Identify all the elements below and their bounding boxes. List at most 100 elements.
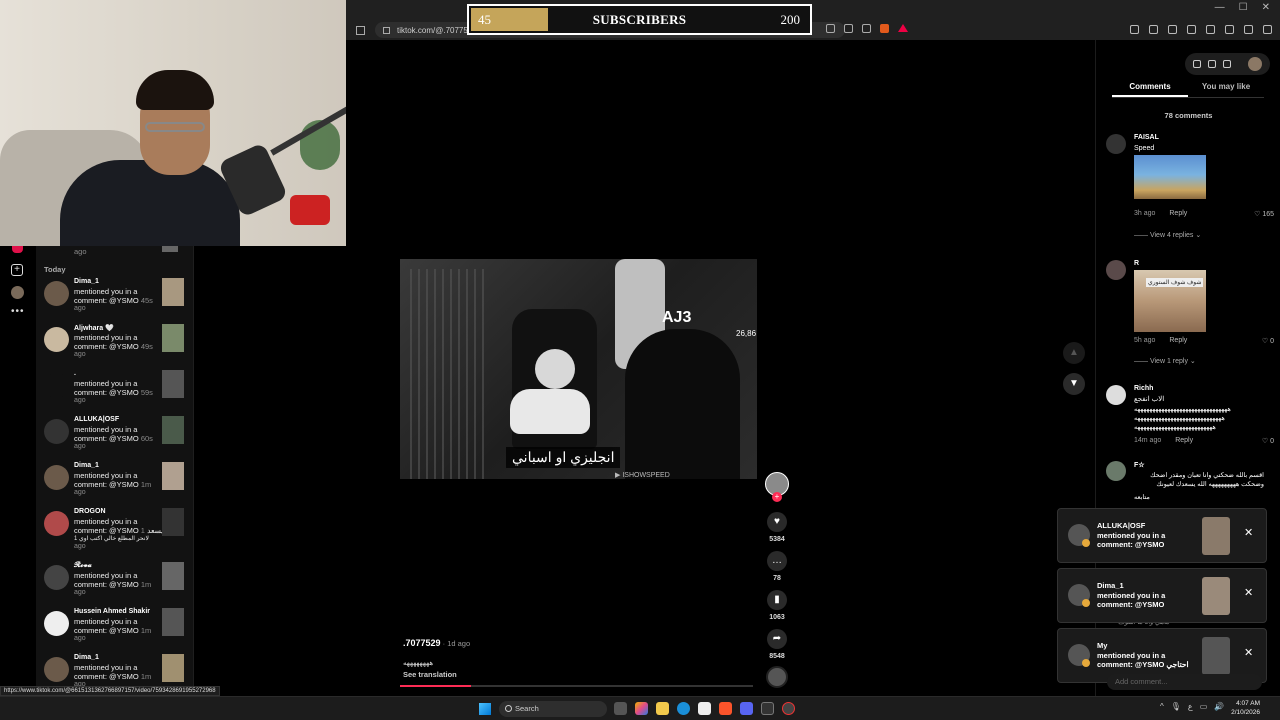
mention-toast[interactable]: ALLUKA|OSF mentioned you in a comment: @Y… <box>1057 508 1267 563</box>
notification-avatar[interactable] <box>44 657 69 682</box>
notification-name[interactable]: Hussein Ahmed Shakir <box>74 608 150 615</box>
download-icon[interactable] <box>1223 60 1231 68</box>
reader-mode-icon[interactable] <box>826 24 835 33</box>
notification-avatar[interactable] <box>44 419 69 444</box>
commenter-name[interactable]: F☆ <box>1134 461 1145 469</box>
video-author[interactable]: .7077529 · 1d ago <box>403 638 470 648</box>
tray-overflow-icon[interactable]: ^ <box>1160 702 1164 711</box>
notification-name[interactable]: Dima_1 <box>74 654 99 661</box>
notification-thumbnail[interactable] <box>162 508 184 536</box>
notification-avatar[interactable] <box>44 565 69 590</box>
input-language-icon[interactable]: ع <box>1188 702 1193 711</box>
notification-name[interactable]: Dima_1 <box>74 278 99 285</box>
notification-name[interactable]: Dima_1 <box>74 462 99 469</box>
app-icon[interactable] <box>761 702 774 715</box>
site-settings-icon[interactable] <box>383 26 390 34</box>
reply-button[interactable]: Reply <box>1169 337 1187 344</box>
notification-thumbnail[interactable] <box>162 324 184 352</box>
microphone-icon[interactable]: 🎙 <box>1171 702 1181 711</box>
tab-comments[interactable]: Comments <box>1112 82 1188 97</box>
brave-icon[interactable] <box>719 702 732 715</box>
notification-thumbnail[interactable] <box>162 416 184 444</box>
save-icon[interactable]: ▮ <box>767 590 787 610</box>
next-video-button[interactable]: ▼ <box>1063 373 1085 395</box>
notification-item[interactable]: Dima_1 mentioned you in a comment: @YSMO 4… <box>36 278 193 322</box>
commenter-name[interactable]: R <box>1134 260 1139 267</box>
file-explorer-icon[interactable] <box>656 702 669 715</box>
notification-avatar[interactable] <box>44 327 69 352</box>
like-icon[interactable]: ♥ <box>767 512 787 532</box>
view-replies-button[interactable]: —— View 4 replies ⌄ <box>1134 231 1201 239</box>
notification-name[interactable]: ALLUKA|OSF <box>74 416 119 423</box>
tab-you-may-like[interactable]: You may like <box>1188 82 1264 97</box>
store-icon[interactable] <box>698 702 711 715</box>
extensions-icon[interactable] <box>1130 25 1139 34</box>
obs-icon[interactable] <box>782 702 795 715</box>
video-player[interactable]: AJ3 26,86 انجليزي او اسباني ▶ ISHOWSPEED <box>400 259 757 479</box>
notification-thumbnail[interactable] <box>162 654 184 682</box>
notification-thumbnail[interactable] <box>162 278 184 306</box>
notification-item[interactable]: . mentioned you in a comment: @YSMO 59s ago <box>36 370 193 414</box>
mention-toast[interactable]: Dima_1 mentioned you in a comment: @YSMO ✕ <box>1057 568 1267 623</box>
close-icon[interactable]: ✕ <box>1244 586 1253 599</box>
brave-rewards-icon[interactable] <box>898 24 908 32</box>
share-page-icon[interactable] <box>862 24 871 33</box>
phone-icon[interactable] <box>1208 60 1216 68</box>
comment-likes[interactable]: ♡ 0 <box>1262 437 1274 445</box>
sidebar-icon[interactable] <box>1187 25 1196 34</box>
wallet-icon[interactable] <box>1149 25 1158 34</box>
notification-item[interactable]: 𝓡𝓸𝓿𝓪 mentioned you in a comment: @YSMO 1m a… <box>36 562 193 606</box>
close-icon[interactable]: ✕ <box>1244 526 1253 539</box>
menu-icon[interactable] <box>1263 25 1272 34</box>
media-icon[interactable] <box>1168 25 1177 34</box>
notification-thumbnail[interactable] <box>162 370 184 398</box>
notification-item[interactable]: Aljwhara 🤍 mentioned you in a comment: @YS… <box>36 324 193 368</box>
bookmark-icon[interactable] <box>356 25 365 35</box>
tab-search-icon[interactable] <box>1206 25 1215 34</box>
user-avatar[interactable] <box>1248 57 1262 71</box>
view-replies-button[interactable]: —— View 1 reply ⌄ <box>1134 357 1196 365</box>
network-icon[interactable]: ▭ <box>1200 702 1208 711</box>
close-icon[interactable]: ✕ <box>1244 646 1253 659</box>
commenter-avatar[interactable] <box>1106 461 1126 481</box>
share-icon[interactable]: ➦ <box>767 629 787 649</box>
notification-item[interactable]: ALLUKA|OSF mentioned you in a comment: @YS… <box>36 416 193 460</box>
notification-thumbnail[interactable] <box>162 608 184 636</box>
task-view-icon[interactable] <box>614 702 627 715</box>
notification-item[interactable]: Hussein Ahmed Shakir mentioned you in a co… <box>36 608 193 652</box>
notification-name[interactable]: DROGON <box>74 508 106 515</box>
close-window-button[interactable]: ✕ <box>1262 2 1270 13</box>
notification-name[interactable]: . <box>74 370 76 377</box>
cast-icon[interactable] <box>844 24 853 33</box>
notification-item[interactable]: DROGON mentioned you in a comment: @YSMO ي… <box>36 508 193 552</box>
notification-thumbnail[interactable] <box>162 462 184 490</box>
commenter-avatar[interactable] <box>1106 260 1126 280</box>
comment-likes[interactable]: ♡ 0 <box>1262 337 1274 345</box>
notification-avatar[interactable] <box>44 281 69 306</box>
notification-avatar[interactable] <box>44 373 69 398</box>
reply-button[interactable]: Reply <box>1175 437 1193 444</box>
edge-icon[interactable] <box>677 702 690 715</box>
comment-likes[interactable]: ♡ 165 <box>1254 210 1274 218</box>
notification-avatar[interactable] <box>44 511 69 536</box>
notification-name[interactable]: Aljwhara 🤍 <box>74 324 114 332</box>
notification-item[interactable]: Dima_1 mentioned you in a comment: @YSMO 1… <box>36 462 193 506</box>
follow-button[interactable]: + <box>772 492 782 502</box>
notification-name[interactable]: 𝓡𝓸𝓿𝓪 <box>74 562 92 570</box>
commenter-avatar[interactable] <box>1106 134 1126 154</box>
commenter-avatar[interactable] <box>1106 385 1126 405</box>
leo-icon[interactable] <box>1225 25 1234 34</box>
commenter-name[interactable]: Richh <box>1134 385 1153 392</box>
video-progress-bar[interactable] <box>400 685 753 687</box>
taskbar-search[interactable]: Search <box>499 701 607 717</box>
see-translation-link[interactable]: See translation <box>403 670 457 679</box>
music-disc-icon[interactable] <box>766 666 788 688</box>
explore-icon[interactable] <box>1193 60 1201 68</box>
previous-video-button[interactable]: ▲ <box>1063 342 1085 364</box>
minimize-button[interactable]: — <box>1215 2 1225 13</box>
comment-image[interactable] <box>1134 155 1206 199</box>
vpn-icon[interactable] <box>1244 25 1253 34</box>
volume-icon[interactable]: 🔊 <box>1214 702 1224 711</box>
comment-input[interactable]: Add comment... <box>1107 674 1262 690</box>
notification-avatar[interactable] <box>44 611 69 636</box>
